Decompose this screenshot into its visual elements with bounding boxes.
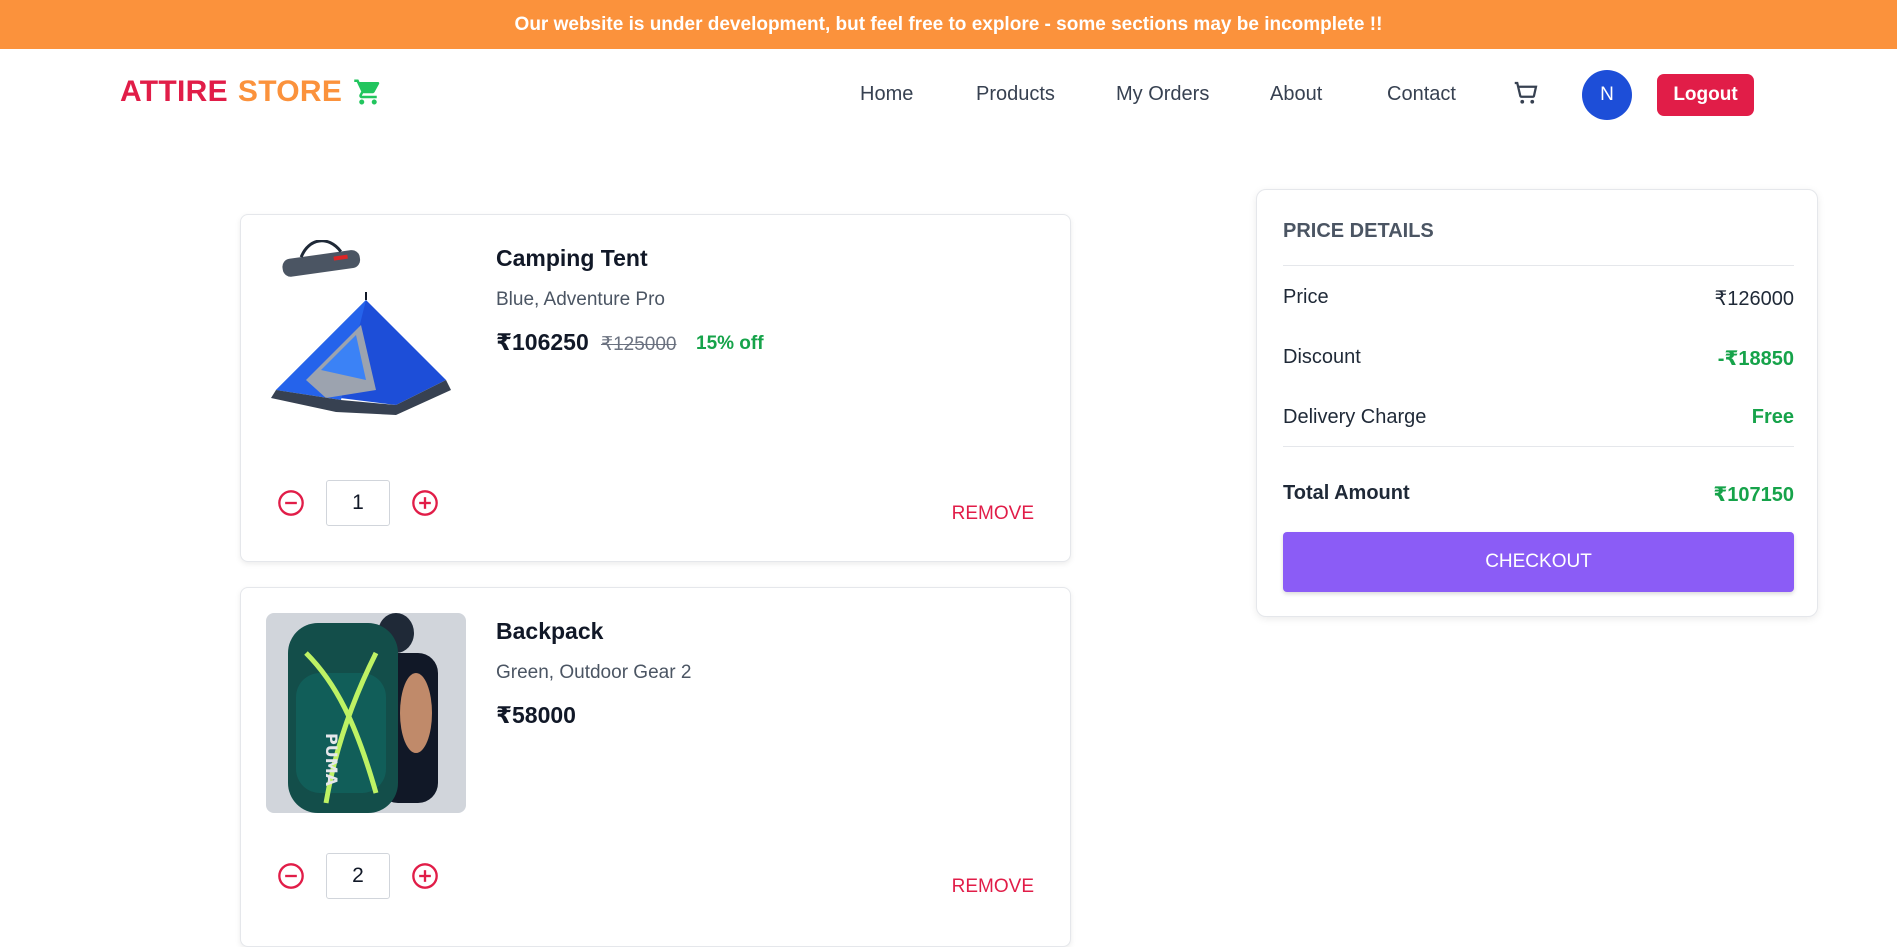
avatar-initial: N [1600, 84, 1614, 105]
banner-text: Our website is under development, but fe… [514, 13, 1383, 35]
logo-word-attire: ATTIRE [120, 75, 228, 108]
nav-my-orders[interactable]: My Orders [1116, 79, 1209, 109]
nav-contact[interactable]: Contact [1387, 79, 1456, 109]
cart-item-card: Camping Tent Blue, Adventure Pro ₹106250… [240, 214, 1071, 562]
price-label: Price [1283, 286, 1329, 308]
discount-label: Discount [1283, 346, 1361, 368]
discount-row: Discount -₹18850 [1283, 346, 1794, 371]
product-name[interactable]: Camping Tent [496, 245, 648, 272]
product-price: ₹58000 [496, 702, 576, 728]
quantity-field[interactable]: 1 [326, 480, 390, 526]
remove-button[interactable]: REMOVE [952, 876, 1034, 898]
total-label: Total Amount [1283, 482, 1410, 504]
total-value: ₹107150 [1713, 484, 1794, 506]
logout-button[interactable]: Logout [1657, 74, 1754, 116]
delivery-row: Delivery Charge Free [1283, 406, 1794, 429]
cart-icon[interactable] [1511, 78, 1541, 108]
price-value: ₹126000 [1714, 288, 1794, 310]
total-row: Total Amount ₹107150 [1283, 482, 1794, 507]
remove-button[interactable]: REMOVE [952, 503, 1034, 525]
nav-about[interactable]: About [1270, 79, 1322, 109]
shopping-cart-icon [354, 79, 380, 105]
announcement-banner: Our website is under development, but fe… [0, 0, 1897, 49]
product-discount: 15% off [696, 333, 764, 354]
product-image-backpack[interactable]: PUMA [266, 613, 466, 813]
plus-circle-icon[interactable] [411, 862, 439, 890]
checkout-button[interactable]: CHECKOUT [1283, 532, 1794, 592]
quantity-field[interactable]: 2 [326, 853, 390, 899]
svg-text:PUMA: PUMA [322, 733, 341, 787]
price-details-title: PRICE DETAILS [1283, 220, 1434, 242]
product-image-tent[interactable] [266, 240, 466, 440]
delivery-label: Delivery Charge [1283, 406, 1427, 428]
logo-word-store: STORE [237, 75, 343, 108]
product-mrp: ₹125000 [601, 334, 677, 355]
discount-value: -₹18850 [1717, 348, 1794, 370]
minus-circle-icon[interactable] [277, 489, 305, 517]
cart-item-card: PUMA Backpack Green, Outdoor Gear 2 ₹580… [240, 587, 1071, 947]
product-price: ₹106250 [496, 329, 589, 355]
delivery-value: Free [1751, 406, 1794, 428]
divider [1283, 265, 1794, 266]
product-variant: Blue, Adventure Pro [496, 289, 665, 310]
nav-home[interactable]: Home [860, 79, 913, 109]
user-avatar[interactable]: N [1582, 70, 1632, 120]
nav-products[interactable]: Products [976, 79, 1055, 109]
product-name[interactable]: Backpack [496, 618, 603, 645]
price-row: Price ₹126000 [1283, 286, 1794, 311]
plus-circle-icon[interactable] [411, 489, 439, 517]
price-details-panel: PRICE DETAILS Price ₹126000 Discount -₹1… [1256, 189, 1818, 617]
product-variant: Green, Outdoor Gear 2 [496, 662, 692, 683]
logo[interactable]: ATTIRE STORE [120, 75, 384, 109]
divider [1283, 446, 1794, 447]
minus-circle-icon[interactable] [277, 862, 305, 890]
